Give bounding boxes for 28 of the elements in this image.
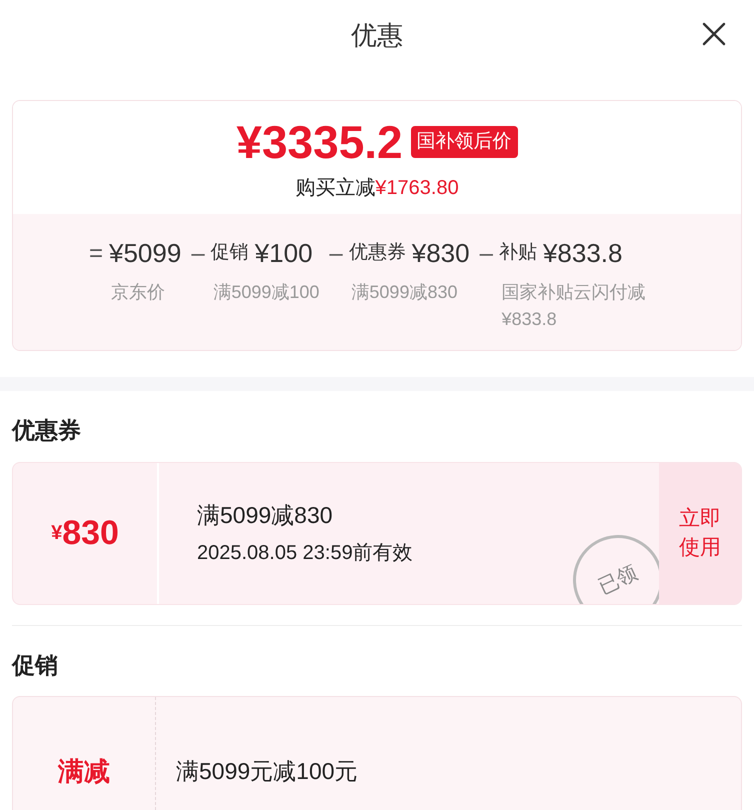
coupon-value: ¥830: [13, 462, 159, 604]
final-price: ¥3335.2: [236, 119, 403, 165]
breakdown-amount: ¥833.8: [542, 237, 622, 270]
coupon-title: 满5099减830: [197, 500, 334, 530]
section-heading: 促销: [12, 650, 59, 680]
breakdown-label: 优惠券: [348, 241, 406, 266]
breakdown-note: 满5099减100: [212, 281, 320, 304]
breakdown-note: 满5099减830: [350, 281, 458, 304]
operator-sign: –: [191, 238, 205, 268]
breakdown-amount: ¥830: [412, 237, 470, 270]
promotion-tag: 满减: [58, 752, 110, 790]
breakdown-label: 促销: [210, 241, 249, 266]
breakdown-amount: ¥100: [254, 237, 313, 270]
breakdown-note: 京东价: [110, 281, 166, 304]
operator-sign: –: [329, 238, 343, 268]
subsidy-badge: 国补领后价: [410, 126, 518, 158]
breakdown-label: 补贴: [498, 241, 537, 266]
promotion-description: 满5099元减100元: [176, 756, 358, 786]
close-icon[interactable]: [702, 22, 726, 46]
section-heading: 优惠券: [12, 416, 82, 445]
saving-text: 购买立减¥1763.80: [295, 176, 459, 201]
use-now-button[interactable]: 立即使用: [659, 462, 741, 604]
coupon-validity: 2025.08.05 23:59前有效: [197, 541, 414, 566]
sheet-title: 优惠: [351, 18, 403, 52]
breakdown-note: 国家补贴云闪付减¥833.8: [500, 281, 647, 331]
operator-sign: =: [89, 238, 104, 268]
breakdown-amount: ¥5099: [109, 237, 182, 270]
operator-sign: –: [480, 238, 493, 268]
